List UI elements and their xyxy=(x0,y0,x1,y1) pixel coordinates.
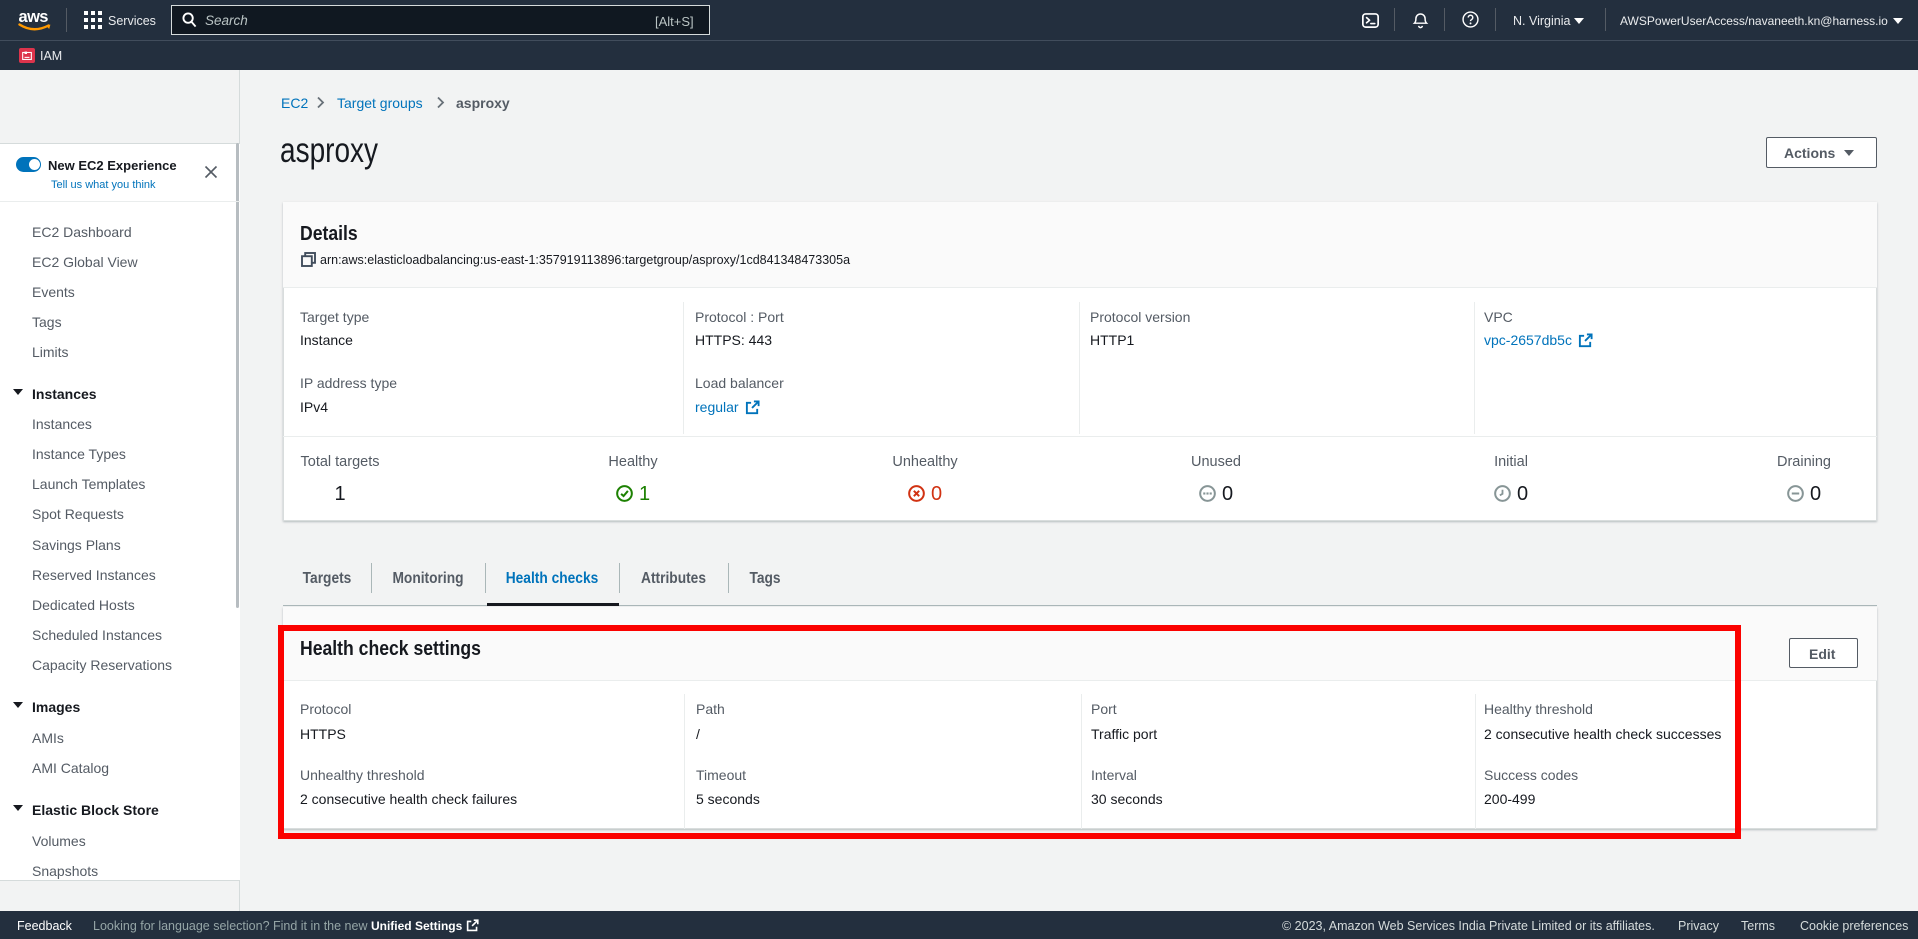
svg-text:aws: aws xyxy=(19,8,49,26)
